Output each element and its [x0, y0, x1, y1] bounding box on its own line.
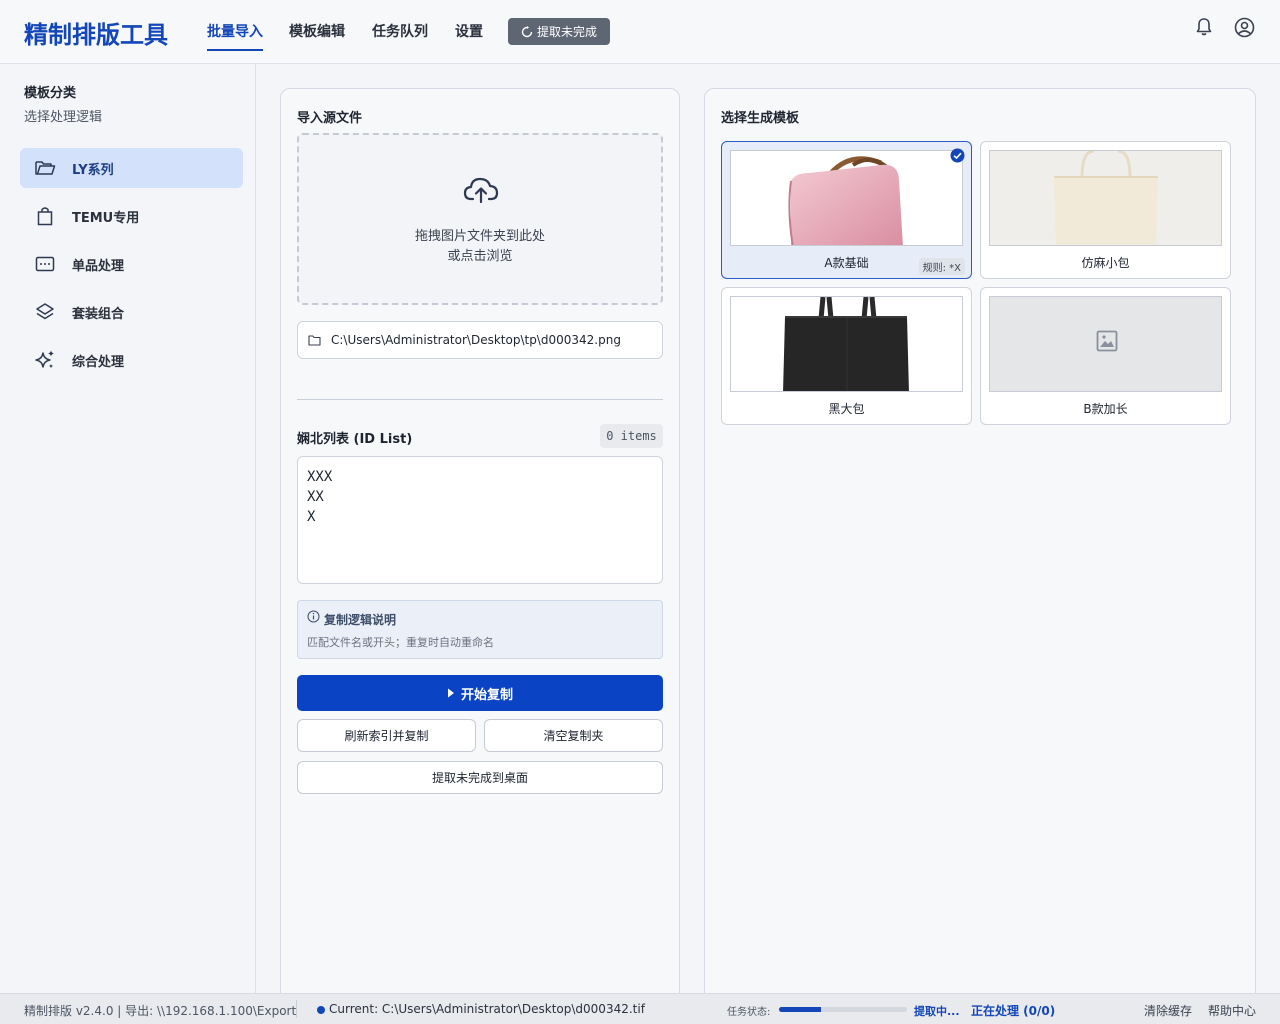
id-list-line: XXX: [307, 469, 333, 485]
template-card-b-long[interactable]: B款加长: [980, 287, 1231, 425]
info-description: 匹配文件名或开头；重复时自动重命名: [307, 636, 494, 649]
tag-frame-icon: [34, 253, 56, 275]
refresh-index-button[interactable]: 刷新索引并复制: [297, 719, 476, 752]
image-placeholder-icon: [1096, 330, 1118, 352]
processing-status: 正在处理 (0/0): [971, 1004, 1056, 1018]
id-list-textarea[interactable]: XXX XX X: [297, 456, 663, 584]
cloud-upload-icon: [463, 177, 499, 204]
template-card-black-bag[interactable]: 黑大包: [721, 287, 972, 425]
extract-unfinished-button[interactable]: 提取未完成: [508, 18, 610, 45]
extract-to-desktop-button[interactable]: 提取未完成到桌面: [297, 761, 663, 794]
template-thumbnail-placeholder: [989, 296, 1222, 392]
sidebar-item-label: 套装组合: [72, 306, 125, 322]
sidebar: 模板分类 选择处理逻辑 LY系列 TEMU专用 单品处理 套装组合 综合处理: [0, 64, 256, 993]
tab-task-queue[interactable]: 任务队列: [372, 21, 428, 49]
template-thumbnail: [730, 296, 963, 392]
template-card-a-basic[interactable]: A款基础 规则: *X: [721, 141, 972, 279]
clear-copy-folder-button[interactable]: 清空复制夹: [484, 719, 663, 752]
task-progress-fill: [779, 1007, 822, 1012]
template-label: 仿麻小包: [1081, 256, 1130, 270]
layers-icon: [34, 301, 56, 323]
info-icon: [307, 610, 320, 623]
current-file: Current: C:\Users\Administrator\Desktop\…: [329, 1002, 645, 1016]
sidebar-item-label: 综合处理: [72, 354, 125, 370]
sidebar-item-single[interactable]: 单品处理: [20, 244, 243, 284]
selected-check-icon: [950, 148, 965, 163]
app-logo: 精制排版工具: [24, 21, 168, 49]
file-dropzone[interactable]: 拖拽图片文件夹到此处 或点击浏览: [297, 133, 663, 305]
import-title: 导入源文件: [297, 111, 363, 126]
sidebar-item-label: TEMU专用: [72, 210, 140, 226]
source-path-value: C:\Users\Administrator\Desktop\tp\d00034…: [331, 333, 621, 347]
template-title: 选择生成模板: [721, 111, 800, 126]
template-label: B款加长: [1083, 402, 1128, 416]
status-dot: [317, 1006, 325, 1014]
id-count-badge: 0 items: [600, 424, 663, 448]
section-divider: [297, 399, 663, 400]
dropzone-hint: 拖拽图片文件夹到此处: [414, 229, 545, 244]
template-card-linen-bag[interactable]: 仿麻小包: [980, 141, 1231, 279]
bell-icon[interactable]: [1193, 16, 1215, 38]
template-thumbnail: [730, 150, 963, 246]
extracting-status: 提取中...: [914, 1005, 960, 1018]
sidebar-item-temu[interactable]: TEMU专用: [20, 196, 243, 236]
tab-settings[interactable]: 设置: [455, 21, 483, 49]
status-bar: 精制排版 v2.4.0 | 导出: \\192.168.1.100\Export…: [0, 993, 1280, 1024]
import-panel: 导入源文件 拖拽图片文件夹到此处 或点击浏览 C:\Users\Administ…: [280, 88, 680, 1008]
start-copy-button[interactable]: 开始复制: [297, 675, 663, 711]
version-info: 精制排版 v2.4.0 | 导出: \\192.168.1.100\Export: [24, 1004, 297, 1018]
help-center-link[interactable]: 帮助中心: [1208, 1002, 1256, 1019]
sidebar-item-label: LY系列: [72, 162, 114, 178]
status-separator: [296, 1000, 297, 1018]
copy-logic-info: 复制逻辑说明 匹配文件名或开头；重复时自动重命名: [297, 600, 663, 659]
tab-template-edit[interactable]: 模板编辑: [289, 21, 345, 49]
id-list-line: XX: [307, 489, 324, 505]
info-title: 复制逻辑说明: [324, 613, 397, 627]
sidebar-item-label: 单品处理: [72, 258, 125, 274]
folder-open-icon: [34, 157, 56, 179]
source-path-field[interactable]: C:\Users\Administrator\Desktop\tp\d00034…: [297, 321, 663, 359]
sidebar-subtitle: 选择处理逻辑: [24, 110, 103, 125]
template-label: 黑大包: [828, 402, 865, 416]
sidebar-item-combined[interactable]: 综合处理: [20, 340, 243, 380]
extract-unfinished-label: 提取未完成: [536, 25, 597, 39]
clear-cache-link[interactable]: 清除缓存: [1144, 1002, 1192, 1019]
dropzone-browse-link[interactable]: 或点击浏览: [299, 245, 661, 264]
template-thumbnail: [989, 150, 1222, 246]
shopping-bag-icon: [34, 205, 56, 227]
start-copy-label: 开始复制: [460, 687, 513, 703]
top-header: 精制排版工具 批量导入 模板编辑 任务队列 设置 提取未完成: [0, 0, 1280, 64]
template-panel: 选择生成模板 A款基础 规则: *X 仿麻小包 黑大包 B款加长: [704, 88, 1256, 1008]
tab-batch-import[interactable]: 批量导入: [207, 21, 263, 51]
refresh-icon: [521, 25, 533, 37]
id-list-title: 娴北列表 (ID List): [297, 432, 413, 447]
account-circle-icon[interactable]: [1233, 16, 1255, 38]
sidebar-item-ly-series[interactable]: LY系列: [20, 148, 243, 188]
task-status-label: 任务状态:: [727, 1007, 771, 1018]
task-progress-bar: [779, 1007, 907, 1012]
play-icon: [447, 688, 454, 698]
sidebar-item-bundle[interactable]: 套装组合: [20, 292, 243, 332]
id-list-line: X: [307, 509, 316, 525]
sparkle-icon: [34, 349, 56, 371]
template-rule-badge: 规则: *X: [918, 258, 965, 275]
folder-icon: [308, 334, 321, 346]
sidebar-title: 模板分类: [24, 86, 77, 101]
